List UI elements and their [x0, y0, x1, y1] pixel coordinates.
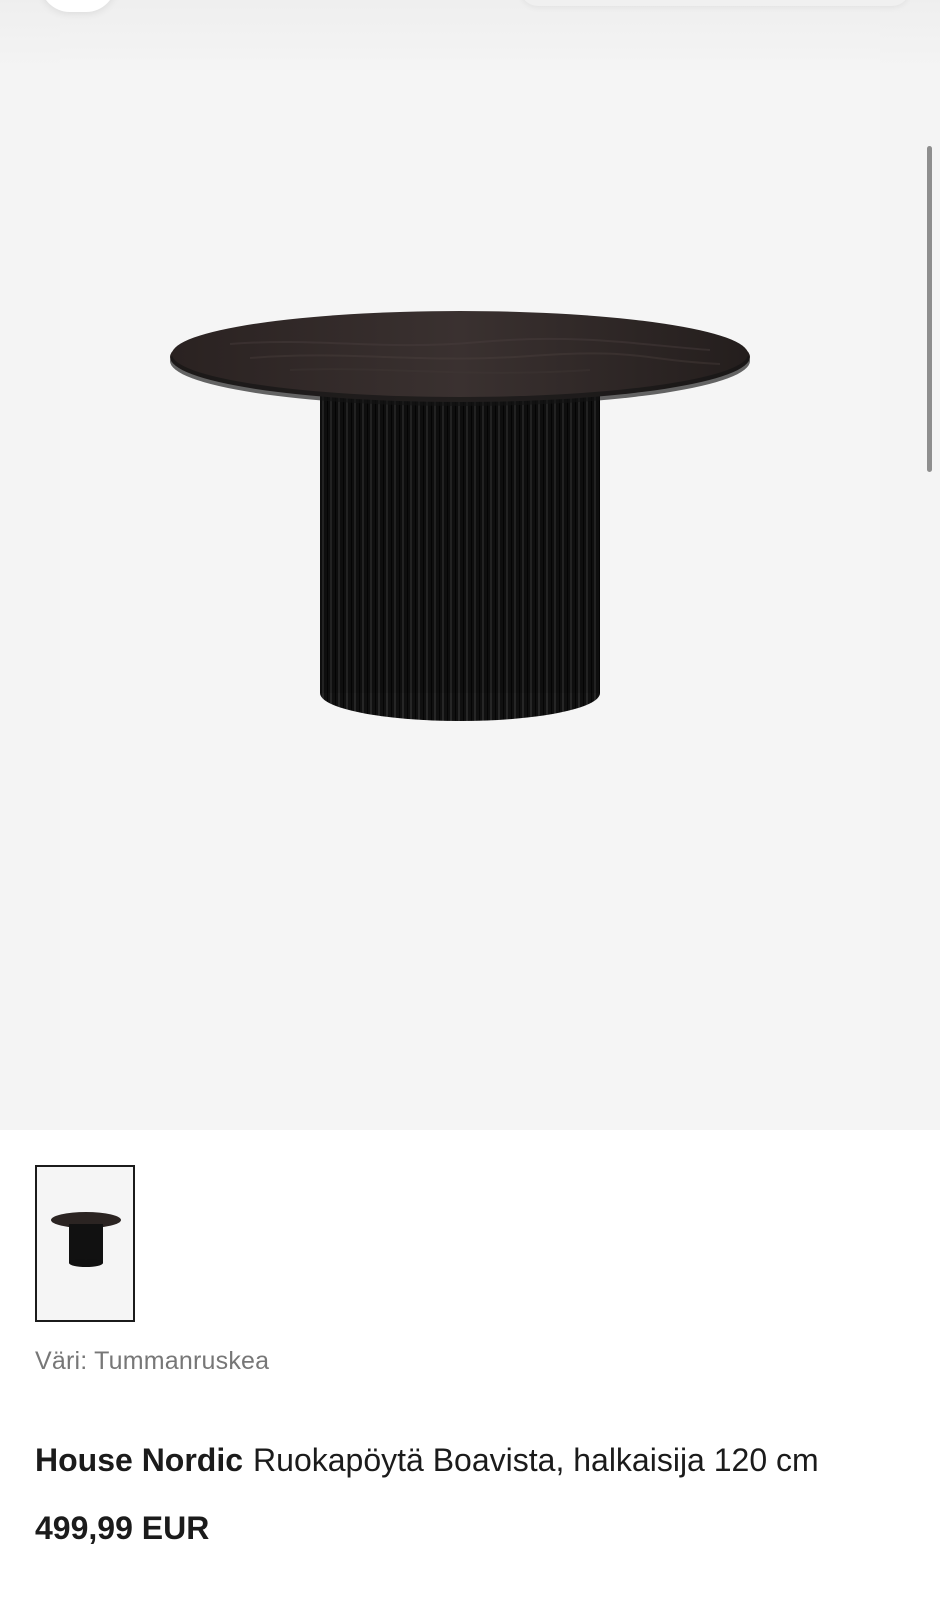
main-product-image[interactable]	[170, 280, 770, 740]
top-bar-shadow	[0, 0, 940, 70]
product-title: House Nordic Ruokapöytä Boavista, halkais…	[35, 1442, 819, 1479]
thumbnail-selected[interactable]	[35, 1165, 135, 1322]
product-image-gallery[interactable]	[0, 0, 940, 1130]
table-top	[170, 311, 750, 406]
top-right-control[interactable]	[520, 0, 910, 6]
table-base	[320, 375, 600, 721]
product-page: Väri: Tummanruskea House Nordic Ruokapöyt…	[0, 0, 940, 1600]
round-dining-table-thumbnail-icon	[51, 1212, 121, 1267]
product-name: Ruokapöytä Boavista, halkaisija 120 cm	[253, 1442, 819, 1478]
product-price: 499,99 EUR	[35, 1510, 210, 1546]
color-label: Väri: Tummanruskea	[35, 1347, 270, 1375]
vertical-scrollbar[interactable]	[927, 146, 932, 472]
brand-name[interactable]: House Nordic	[35, 1442, 243, 1478]
